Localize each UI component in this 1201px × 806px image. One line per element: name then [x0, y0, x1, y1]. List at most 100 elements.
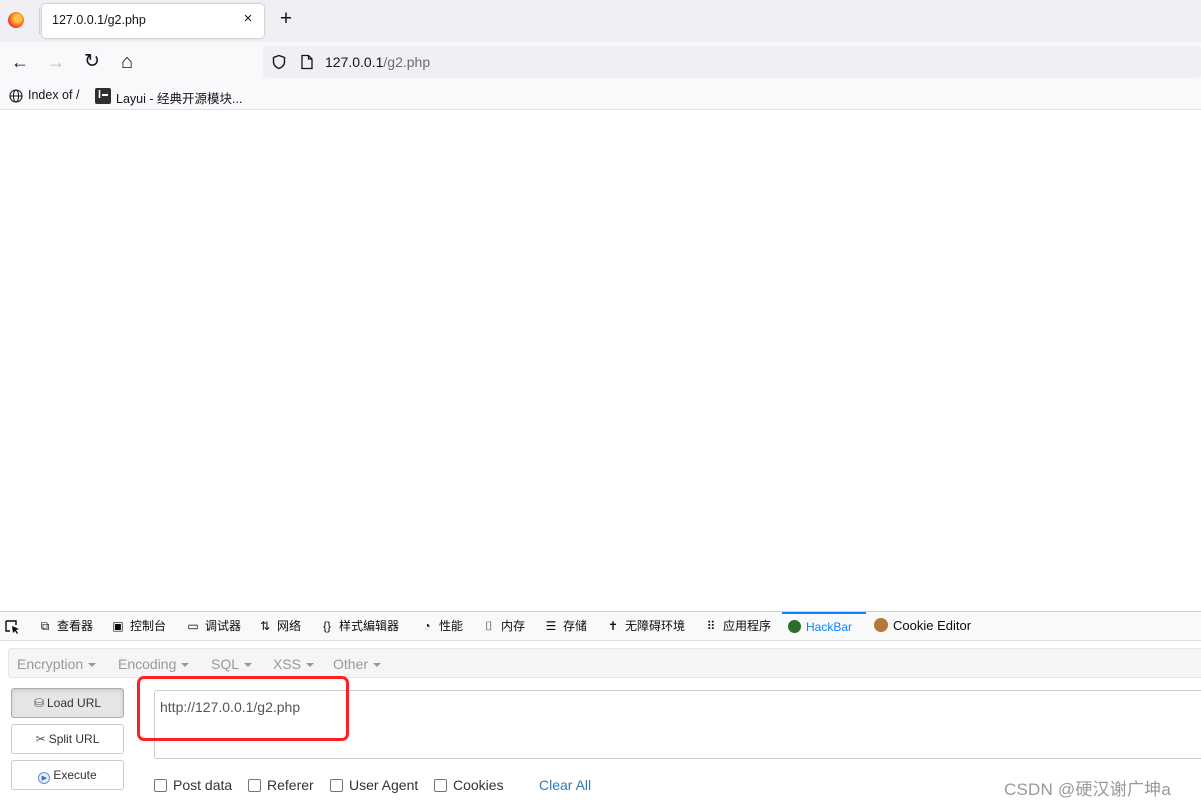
play-icon: ▶ — [38, 772, 51, 784]
page-content — [0, 111, 1201, 611]
home-icon[interactable]: ⌂ — [116, 51, 138, 73]
devtools-panel: ⧉ 查看器 ▣ 控制台 ▭ 调试器 ⇅ 网络 {} 样式编辑器 ◔ 性能 ⌷ 内存 ☰ 存储 ✝… — [0, 611, 1201, 806]
tab-label: 无障碍环境 — [625, 619, 686, 633]
encryption-menu[interactable]: Encryption — [17, 656, 97, 672]
tab-label: 内存 — [501, 619, 526, 633]
post-data-checkbox[interactable]: Post data — [154, 777, 232, 793]
network-icon: ⇅ — [259, 619, 271, 633]
console-icon: ▣ — [112, 619, 124, 633]
bookmarks-toolbar: Index of / l Layui - 经典开源模块... — [0, 82, 1201, 110]
bookmark-layui[interactable]: Layui - 经典开源模块... — [116, 88, 242, 107]
tab-memory[interactable]: ⌷ 内存 — [482, 612, 525, 640]
tab-network[interactable]: ⇅ 网络 — [258, 612, 301, 640]
menu-label: SQL — [211, 656, 240, 672]
menu-label: Other — [333, 656, 369, 672]
tab-label: 存储 — [563, 619, 588, 633]
tab-inspector[interactable]: ⧉ 查看器 — [38, 612, 93, 640]
tab-application[interactable]: ⠿ 应用程序 — [704, 612, 771, 640]
debugger-icon: ▭ — [187, 619, 199, 633]
caret-down-icon — [244, 663, 253, 668]
tab-strip: 127.0.0.1/g2.php × + — [0, 0, 1201, 42]
tab-hackbar[interactable]: HackBar — [782, 612, 866, 640]
tab-label: HackBar — [806, 620, 853, 634]
cookie-icon — [874, 618, 888, 632]
close-tab-icon[interactable]: × — [239, 10, 257, 27]
user-agent-checkbox[interactable]: User Agent — [330, 777, 418, 793]
checkbox-label: Post data — [173, 777, 233, 793]
caret-down-icon — [88, 663, 97, 668]
tab-console[interactable]: ▣ 控制台 — [111, 612, 166, 640]
other-menu[interactable]: Other — [333, 656, 382, 672]
load-icon: ⛁ — [33, 696, 44, 710]
checkbox-label: Cookies — [453, 777, 504, 793]
button-label: Split URL — [48, 732, 100, 746]
load-url-button[interactable]: ⛁ Load URL — [11, 688, 124, 718]
performance-icon: ◔ — [423, 619, 431, 633]
tab-style-editor[interactable]: {} 样式编辑器 — [320, 612, 399, 640]
tab-label: 控制台 — [130, 619, 167, 633]
tab-label: 样式编辑器 — [339, 619, 400, 633]
tab-separator — [39, 8, 40, 34]
layui-icon: l — [95, 88, 111, 104]
sql-menu[interactable]: SQL — [211, 656, 253, 672]
bookmark-index[interactable]: Index of / — [28, 88, 79, 102]
shield-icon[interactable] — [271, 54, 287, 70]
style-editor-icon: {} — [322, 619, 331, 633]
new-tab-icon[interactable]: + — [276, 8, 296, 30]
checkbox-label: User Agent — [349, 777, 419, 793]
hackbar-icon — [788, 620, 801, 633]
button-label: Load URL — [47, 696, 102, 710]
inspector-icon: ⧉ — [40, 619, 50, 633]
button-label: Execute — [53, 768, 97, 782]
tab-storage[interactable]: ☰ 存储 — [544, 612, 587, 640]
storage-icon: ☰ — [545, 619, 557, 633]
reload-icon[interactable]: ↻ — [81, 51, 103, 73]
menu-label: Encoding — [118, 656, 177, 672]
tab-label: Cookie Editor — [893, 618, 972, 633]
tab-accessibility[interactable]: ✝ 无障碍环境 — [606, 612, 685, 640]
encoding-menu[interactable]: Encoding — [118, 656, 190, 672]
caret-down-icon — [181, 663, 190, 668]
forward-icon[interactable]: → — [45, 51, 67, 73]
pick-element-icon[interactable] — [4, 619, 20, 635]
tab-label: 应用程序 — [723, 619, 772, 633]
hackbar-menu: Encryption Encoding SQL XSS Other — [8, 648, 1201, 678]
navigation-bar: ← → ↻ ⌂ 127.0.0.1/g2.php — [0, 42, 1201, 82]
url-text[interactable]: 127.0.0.1/g2.php — [325, 54, 430, 70]
checkbox-icon[interactable] — [154, 779, 167, 792]
tab-label: 网络 — [277, 619, 302, 633]
browser-tab[interactable]: 127.0.0.1/g2.php × — [42, 4, 264, 38]
memory-icon: ⌷ — [485, 619, 493, 633]
tab-label: 查看器 — [57, 619, 94, 633]
highlight-box — [137, 676, 349, 741]
caret-down-icon — [306, 663, 315, 668]
devtools-toolbar: ⧉ 查看器 ▣ 控制台 ▭ 调试器 ⇅ 网络 {} 样式编辑器 ◔ 性能 ⌷ 内存 ☰ 存储 ✝… — [0, 612, 1201, 641]
globe-icon — [9, 89, 23, 103]
scissors-icon: ✂ — [35, 732, 46, 746]
firefox-icon[interactable] — [8, 12, 24, 28]
checkbox-icon[interactable] — [330, 779, 343, 792]
xss-menu[interactable]: XSS — [273, 656, 315, 672]
caret-down-icon — [373, 663, 382, 668]
url-host: 127.0.0.1 — [325, 54, 384, 70]
url-bar[interactable]: 127.0.0.1/g2.php — [263, 46, 1201, 78]
referer-checkbox[interactable]: Referer — [248, 777, 314, 793]
execute-button[interactable]: ▶ Execute — [11, 760, 124, 790]
tab-debugger[interactable]: ▭ 调试器 — [186, 612, 241, 640]
checkbox-label: Referer — [267, 777, 314, 793]
tab-label: 调试器 — [205, 619, 242, 633]
clear-all-link[interactable]: Clear All — [539, 777, 591, 793]
tab-title: 127.0.0.1/g2.php — [52, 13, 146, 27]
checkbox-icon[interactable] — [434, 779, 447, 792]
tab-cookie-editor[interactable]: Cookie Editor — [874, 612, 971, 640]
tab-performance[interactable]: ◔ 性能 — [420, 612, 463, 640]
tab-label: 性能 — [439, 619, 464, 633]
split-url-button[interactable]: ✂ Split URL — [11, 724, 124, 754]
checkbox-icon[interactable] — [248, 779, 261, 792]
application-icon: ⠿ — [706, 619, 716, 633]
page-icon[interactable] — [300, 54, 314, 70]
watermark: CSDN @硬汉谢广坤a — [1004, 780, 1172, 799]
cookies-checkbox[interactable]: Cookies — [434, 777, 504, 793]
menu-label: XSS — [273, 656, 302, 672]
back-icon[interactable]: ← — [9, 51, 31, 73]
